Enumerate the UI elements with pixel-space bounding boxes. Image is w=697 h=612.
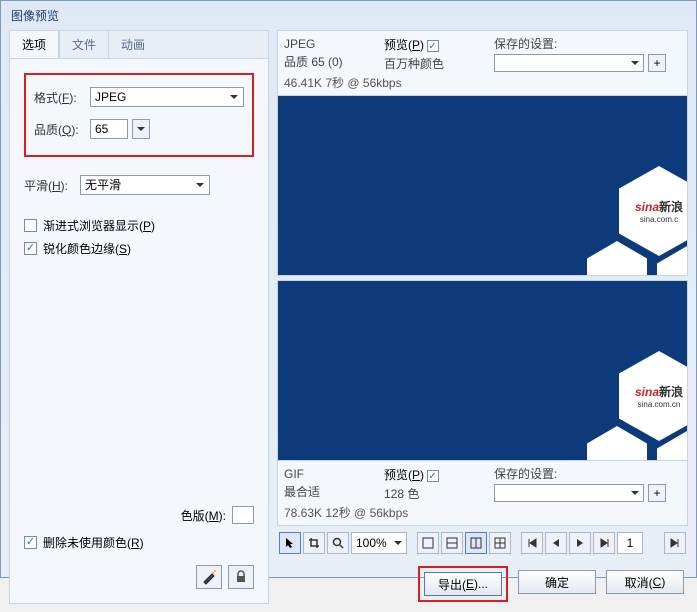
tab-file[interactable]: 文件: [59, 31, 108, 58]
remove-unused-row[interactable]: 删除未使用颜色(R): [24, 534, 254, 551]
last-frame-button[interactable]: [664, 532, 686, 554]
palette-swatch[interactable]: [232, 506, 254, 524]
view-1up-button[interactable]: [417, 532, 439, 554]
remove-unused-label: 删除未使用颜色(R): [43, 534, 144, 551]
smooth-label: 平滑(H):: [24, 177, 80, 194]
p1-preview-image[interactable]: sina新浪 sina.com.c: [278, 95, 687, 275]
p2-format: GIF: [284, 467, 364, 481]
main-area: 选项 文件 动画 格式(F): JPEG 品质(Q): 65: [1, 30, 696, 612]
lock-button[interactable]: [228, 565, 254, 589]
smooth-select[interactable]: 无平滑: [80, 175, 210, 195]
tab-options[interactable]: 选项: [10, 31, 59, 58]
quality-label: 品质(Q):: [34, 121, 90, 138]
progressive-checkbox[interactable]: [24, 219, 37, 232]
view-4up-button[interactable]: [489, 532, 511, 554]
highlight-export: 导出(E)...: [418, 566, 508, 602]
p2-saved-select[interactable]: [494, 484, 644, 502]
crop-tool-button[interactable]: [303, 532, 325, 554]
p2-add-preset-button[interactable]: +: [648, 484, 666, 502]
p1-stats: 46.41K 7秒 @ 56kbps: [284, 74, 681, 91]
quality-input[interactable]: 65: [90, 119, 128, 139]
next-frame-button[interactable]: [593, 532, 615, 554]
view-2up-v-button[interactable]: [465, 532, 487, 554]
pointer-tool-button[interactable]: [279, 532, 301, 554]
sharpen-label: 锐化颜色边缘(S): [43, 240, 131, 257]
remove-unused-checkbox[interactable]: [24, 536, 37, 549]
window-title: 图像预览: [1, 1, 696, 30]
p1-add-preset-button[interactable]: +: [648, 54, 666, 72]
p2-preview-checkbox[interactable]: [427, 470, 439, 482]
first-frame-button[interactable]: [521, 532, 543, 554]
progressive-label: 渐进式浏览器显示(P): [43, 217, 155, 234]
p1-preview-checkbox[interactable]: [427, 40, 439, 52]
sharpen-checkbox[interactable]: [24, 242, 37, 255]
export-button[interactable]: 导出(E)...: [424, 572, 502, 596]
highlight-format-quality: 格式(F): JPEG 品质(Q): 65: [24, 73, 254, 157]
p1-colors: 百万种颜色: [384, 55, 474, 72]
progressive-checkbox-row[interactable]: 渐进式浏览器显示(P): [24, 217, 254, 234]
p2-quality: 最合适: [284, 483, 364, 500]
p2-stats: 78.63K 12秒 @ 56kbps: [284, 504, 681, 521]
left-panel: 选项 文件 动画 格式(F): JPEG 品质(Q): 65: [9, 30, 269, 604]
frame-number-field[interactable]: 1: [617, 532, 643, 554]
p1-saved-label: 保存的设置:: [494, 35, 666, 52]
p2-preview-image[interactable]: sina新浪 sina.com.cn: [278, 281, 687, 461]
left-body: 格式(F): JPEG 品质(Q): 65 平滑(H): 无平滑: [10, 59, 268, 603]
image-preview-window: 图像预览 选项 文件 动画 格式(F): JPEG 品质(Q): 65: [0, 0, 697, 578]
bottom-button-bar: 导出(E)... 确定 取消(C): [277, 560, 688, 604]
quality-dropdown-button[interactable]: [132, 119, 150, 139]
p1-quality: 品质 65 (0): [284, 53, 364, 70]
zoom-select[interactable]: 100%: [351, 532, 407, 554]
prev-frame-button[interactable]: [545, 532, 567, 554]
p1-format: JPEG: [284, 37, 364, 51]
play-button[interactable]: [569, 532, 591, 554]
format-select[interactable]: JPEG: [90, 87, 244, 107]
zoom-tool-button[interactable]: [327, 532, 349, 554]
preview-toolbar: 100% 1: [277, 530, 688, 556]
ok-button[interactable]: 确定: [518, 570, 596, 594]
p2-preview-toggle-label: 预览(P): [384, 466, 474, 483]
p2-saved-label: 保存的设置:: [494, 465, 666, 482]
p2-colors: 128 色: [384, 485, 474, 502]
palette-label: 色版(M):: [181, 507, 226, 524]
view-2up-h-button[interactable]: [441, 532, 463, 554]
tabs: 选项 文件 动画: [10, 31, 268, 59]
preview-block-jpeg: JPEG 品质 65 (0) 预览(P) 百万种颜色 保存的设置: +: [277, 30, 688, 276]
sharpen-checkbox-row[interactable]: 锐化颜色边缘(S): [24, 240, 254, 257]
p1-saved-select[interactable]: [494, 54, 644, 72]
p1-preview-toggle-label: 预览(P): [384, 36, 474, 53]
tab-anim[interactable]: 动画: [108, 31, 157, 58]
preview-block-gif: sina新浪 sina.com.cn GIF 最合适 预览(P): [277, 280, 688, 526]
format-label: 格式(F):: [34, 89, 90, 106]
right-panel: JPEG 品质 65 (0) 预览(P) 百万种颜色 保存的设置: +: [277, 30, 688, 604]
magic-wand-button[interactable]: [196, 565, 222, 589]
cancel-button[interactable]: 取消(C): [606, 570, 684, 594]
